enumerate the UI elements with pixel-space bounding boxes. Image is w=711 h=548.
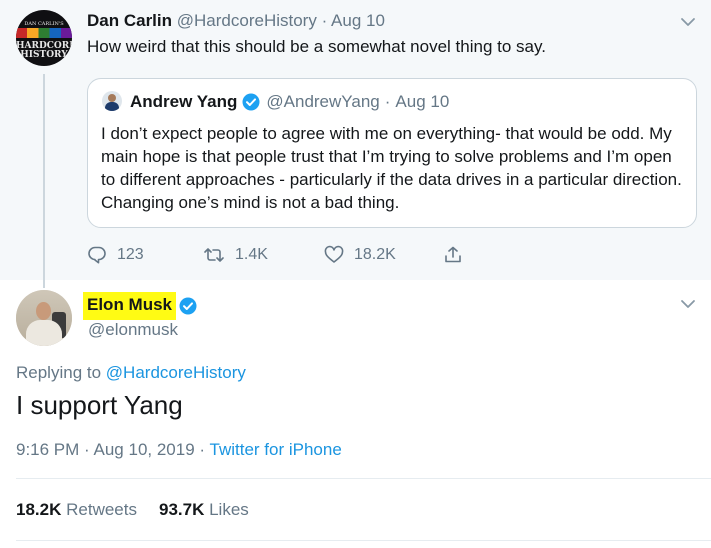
reply-count: 123 bbox=[117, 246, 144, 263]
tweet-source-link[interactable]: Twitter for iPhone bbox=[210, 440, 342, 459]
separator: · bbox=[84, 440, 90, 459]
retweet-count: 1.4K bbox=[235, 246, 268, 263]
thread-line bbox=[43, 74, 45, 288]
likes-stat[interactable]: 93.7K Likes bbox=[159, 500, 249, 519]
retweets-label: Retweets bbox=[66, 500, 137, 519]
quoted-tweet-text: I don’t expect people to agree with me o… bbox=[101, 124, 682, 212]
author-name[interactable]: Dan Carlin bbox=[87, 11, 172, 30]
reply-icon bbox=[88, 246, 106, 264]
tweet-meta: 9:16 PM · Aug 10, 2019 · Twitter for iPh… bbox=[16, 440, 342, 460]
author-handle[interactable]: @HardcoreHistory bbox=[177, 11, 317, 30]
quoted-tweet-date: Aug 10 bbox=[395, 92, 450, 111]
replying-to: Replying to @HardcoreHistory bbox=[16, 363, 246, 383]
avatar-logo-stripes bbox=[16, 28, 72, 38]
divider bbox=[16, 540, 711, 541]
tweet-date[interactable]: Aug 10 bbox=[331, 11, 385, 30]
verified-badge-icon bbox=[242, 93, 260, 111]
replying-prefix: Replying to bbox=[16, 363, 102, 382]
verified-badge-icon bbox=[179, 297, 197, 315]
separator: · bbox=[321, 11, 328, 30]
author-handle[interactable]: @elonmusk bbox=[88, 320, 178, 340]
avatar-andrew-yang bbox=[102, 91, 122, 111]
likes-label: Likes bbox=[209, 500, 249, 519]
avatar-elon-musk[interactable] bbox=[16, 290, 72, 346]
main-tweet-text: I support Yang bbox=[16, 390, 183, 420]
tweet-stats: 18.2K Retweets 93.7K Likes bbox=[16, 500, 249, 520]
share-button[interactable] bbox=[443, 244, 463, 266]
share-icon bbox=[445, 246, 461, 263]
separator: · bbox=[199, 440, 206, 459]
tweet-date[interactable]: Aug 10, 2019 bbox=[94, 440, 195, 459]
parent-tweet-header: Dan Carlin @HardcoreHistory · Aug 10 bbox=[87, 11, 385, 31]
chevron-down-icon[interactable] bbox=[680, 14, 696, 30]
quoted-tweet-header: Andrew Yang @AndrewYang · Aug 10 bbox=[130, 92, 449, 112]
chevron-down-icon[interactable] bbox=[680, 296, 696, 312]
separator: · bbox=[384, 92, 391, 111]
replying-to-link[interactable]: @HardcoreHistory bbox=[106, 363, 246, 382]
reply-button[interactable]: 123 bbox=[87, 244, 144, 266]
retweets-stat[interactable]: 18.2K Retweets bbox=[16, 500, 137, 519]
parent-tweet-text: How weird that this should be a somewhat… bbox=[87, 37, 546, 56]
likes-count: 93.7K bbox=[158, 500, 205, 519]
parent-tweet[interactable]: DAN CARLIN'S HARDCORE HISTORY Dan Carlin… bbox=[0, 0, 711, 288]
avatar-logo-text-bottom: HISTORY bbox=[20, 50, 68, 60]
retweet-icon bbox=[204, 248, 224, 262]
heart-icon bbox=[324, 245, 344, 263]
avatar-logo-text-top: DAN CARLIN'S bbox=[24, 21, 64, 27]
quoted-author-handle: @AndrewYang bbox=[266, 92, 380, 111]
avatar-dan-carlin[interactable]: DAN CARLIN'S HARDCORE HISTORY bbox=[16, 10, 72, 66]
author-name-highlighted[interactable]: Elon Musk bbox=[83, 292, 177, 320]
like-count: 18.2K bbox=[354, 246, 396, 263]
tweet-time[interactable]: 9:16 PM bbox=[16, 440, 79, 459]
retweets-count: 18.2K bbox=[16, 500, 62, 519]
divider bbox=[16, 478, 711, 479]
quoted-author-name: Andrew Yang bbox=[130, 92, 238, 111]
retweet-button[interactable]: 1.4K bbox=[203, 244, 268, 266]
like-button[interactable]: 18.2K bbox=[324, 244, 396, 266]
quoted-tweet[interactable]: Andrew Yang @AndrewYang · Aug 10 I don’t… bbox=[87, 78, 697, 228]
